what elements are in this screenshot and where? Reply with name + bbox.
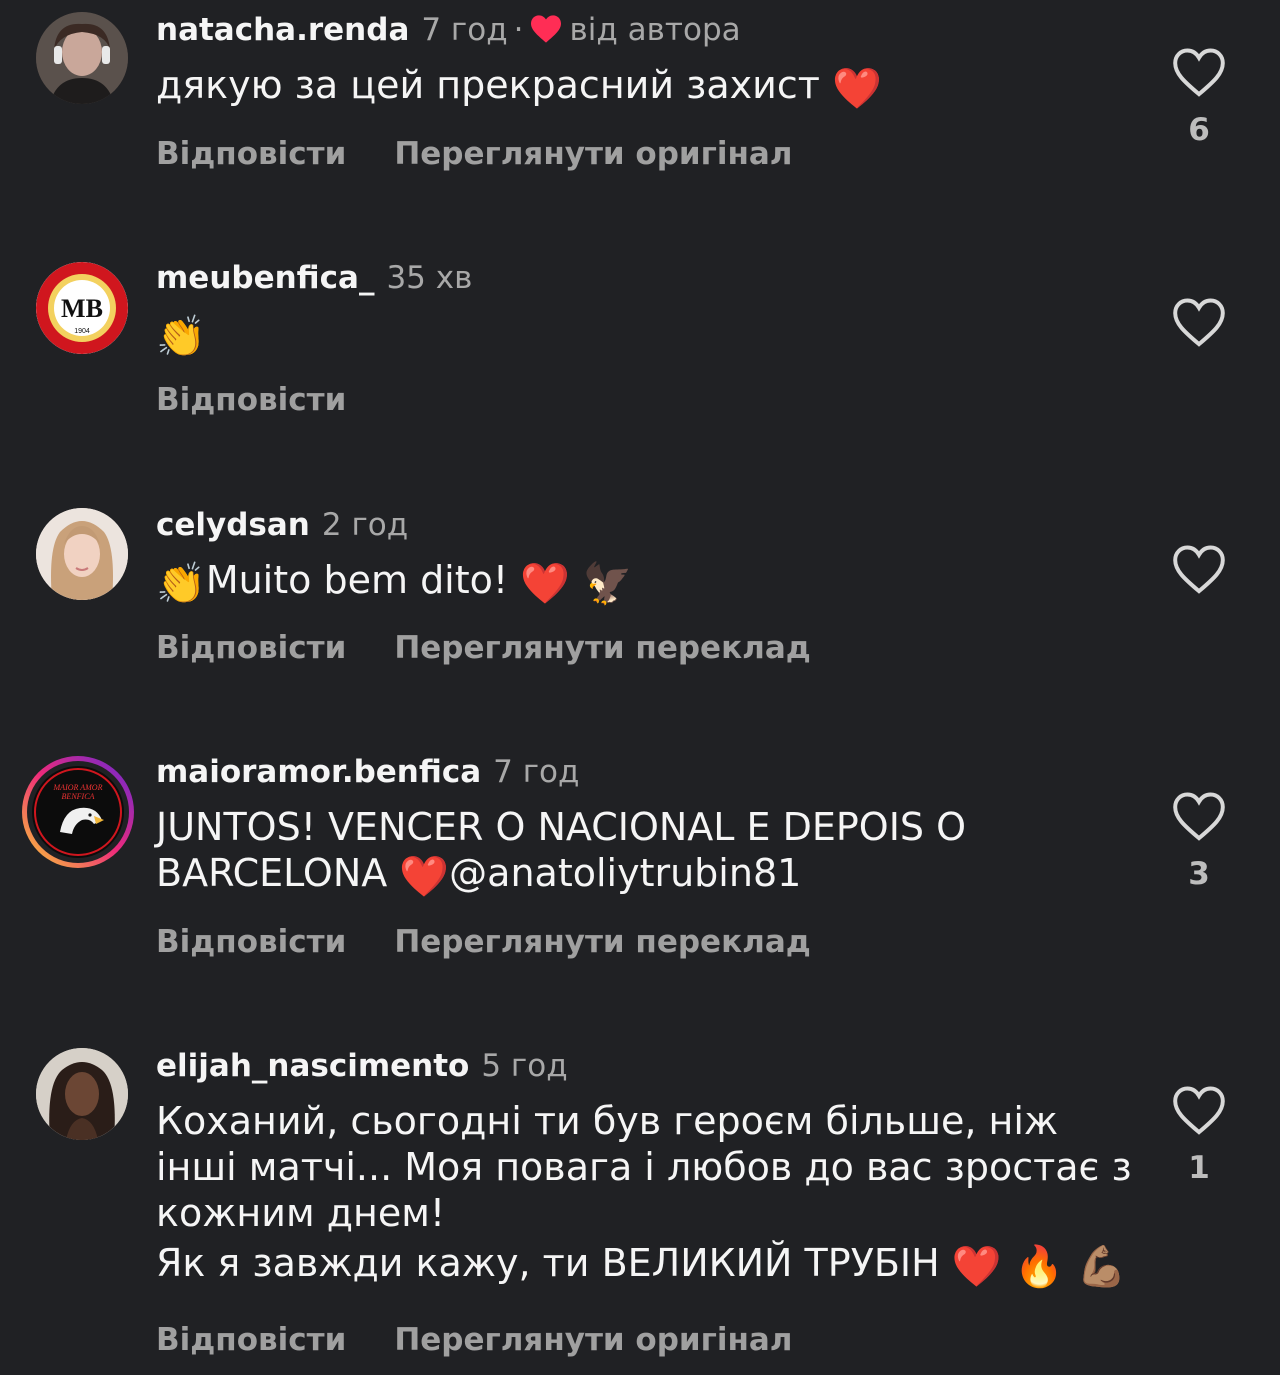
- like-control: [1171, 543, 1227, 595]
- avatar[interactable]: [36, 1048, 128, 1140]
- comment-text: 👏Muito bem dito! ❤️ 🦅: [156, 557, 1146, 604]
- comment-meta: meubenfica_ 35 хв: [156, 258, 472, 298]
- clapping-emoji: 👏: [156, 314, 206, 360]
- comment-actions: Відповісти Переглянути переклад: [156, 628, 811, 668]
- comment-actions: Відповісти Переглянути переклад: [156, 922, 811, 962]
- timestamp: 2 год: [321, 507, 409, 543]
- view-translation-button[interactable]: Переглянути переклад: [394, 630, 810, 666]
- heart-emoji: ❤️: [831, 66, 882, 112]
- timestamp: 7 год: [493, 754, 580, 790]
- logo-text: MB: [61, 294, 103, 323]
- username[interactable]: natacha.renda: [156, 12, 409, 48]
- avatar-logo: MAIOR AMOR BENFICA: [22, 756, 134, 868]
- view-translation-button[interactable]: Переглянути переклад: [394, 924, 810, 960]
- avatar-photo: [36, 12, 128, 104]
- like-heart-icon[interactable]: [1171, 296, 1227, 348]
- reply-button[interactable]: Відповісти: [156, 924, 346, 960]
- comment-actions: Відповісти Переглянути оригінал: [156, 1320, 793, 1360]
- avatar[interactable]: [36, 12, 128, 104]
- avatar-story-ring[interactable]: MAIOR AMOR BENFICA: [20, 754, 136, 870]
- avatar-logo: MB 1904: [36, 262, 128, 354]
- separator-dot: ·: [513, 12, 524, 48]
- username[interactable]: maioramor.benfica: [156, 754, 481, 790]
- username[interactable]: celydsan: [156, 507, 310, 543]
- comment-text: дякую за цей прекрасний захист ❤️: [156, 62, 1146, 109]
- logo-mid-text: BENFICA: [62, 792, 95, 801]
- username[interactable]: elijah_nascimento: [156, 1048, 469, 1084]
- comment-text-line: Як я завжди кажу, ти ВЕЛИКИЙ ТРУБІН: [156, 1241, 940, 1285]
- author-label: від автора: [569, 12, 741, 48]
- comment-meta: celydsan 2 год: [156, 505, 408, 545]
- heart-fire-muscle-emoji: ❤️ 🔥 💪🏽: [951, 1244, 1127, 1290]
- like-control: 1: [1171, 1084, 1227, 1186]
- like-count: 1: [1188, 1150, 1210, 1186]
- timestamp: 5 год: [481, 1048, 568, 1084]
- comment-text-paragraph: Коханий, сьогодні ти був героєм більше, …: [156, 1099, 1132, 1235]
- comment-text-line: дякую за цей прекрасний захист: [156, 63, 820, 107]
- like-count: 6: [1188, 112, 1210, 148]
- logo-year: 1904: [74, 328, 90, 335]
- comment-actions: Відповісти: [156, 380, 346, 420]
- like-heart-icon[interactable]: [1171, 790, 1227, 842]
- mention-link[interactable]: @anatoliytrubin81: [449, 851, 801, 895]
- avatar[interactable]: MB 1904: [36, 262, 128, 354]
- like-control: [1171, 296, 1227, 348]
- reply-button[interactable]: Відповісти: [156, 630, 346, 666]
- timestamp: 35 хв: [386, 260, 473, 296]
- heart-eagle-emoji: ❤️ 🦅: [520, 561, 633, 607]
- avatar-photo: [36, 508, 128, 600]
- view-original-button[interactable]: Переглянути оригінал: [394, 136, 792, 172]
- clapping-emoji: 👏: [156, 561, 206, 607]
- comment-text-line: Muito bem dito!: [205, 558, 509, 602]
- like-heart-icon[interactable]: [1171, 543, 1227, 595]
- comment-text: 👏: [156, 310, 1146, 357]
- reply-button[interactable]: Відповісти: [156, 136, 346, 172]
- comment-text: Коханий, сьогодні ти був героєм більше, …: [156, 1098, 1136, 1287]
- like-count: 3: [1188, 856, 1210, 892]
- view-original-button[interactable]: Переглянути оригінал: [394, 1322, 792, 1358]
- heart-emoji: ❤️: [399, 854, 450, 900]
- avatar-photo: [36, 1048, 128, 1140]
- comment-text: JUNTOS! VENCER O NACIONAL E DEPOIS O BAR…: [156, 804, 1146, 897]
- timestamp: 7 год: [421, 12, 508, 48]
- comment-text-line: JUNTOS! VENCER O NACIONAL E DEPOIS O: [156, 805, 967, 849]
- comment-text-line: BARCELONA: [156, 851, 388, 895]
- reply-button[interactable]: Відповісти: [156, 382, 346, 418]
- username[interactable]: meubenfica_: [156, 260, 374, 296]
- comment-meta: maioramor.benfica 7 год: [156, 752, 579, 792]
- logo-top-text: MAIOR AMOR: [53, 783, 103, 792]
- avatar[interactable]: [36, 508, 128, 600]
- comment-meta: natacha.renda 7 год · від автора: [156, 10, 741, 50]
- like-control: 3: [1171, 790, 1227, 892]
- like-heart-icon[interactable]: [1171, 46, 1227, 98]
- comment-meta: elijah_nascimento 5 год: [156, 1046, 568, 1086]
- comment-actions: Відповісти Переглянути оригінал: [156, 134, 793, 174]
- author-liked-heart-icon: [531, 15, 562, 43]
- like-heart-icon[interactable]: [1171, 1084, 1227, 1136]
- like-control: 6: [1171, 46, 1227, 148]
- reply-button[interactable]: Відповісти: [156, 1322, 346, 1358]
